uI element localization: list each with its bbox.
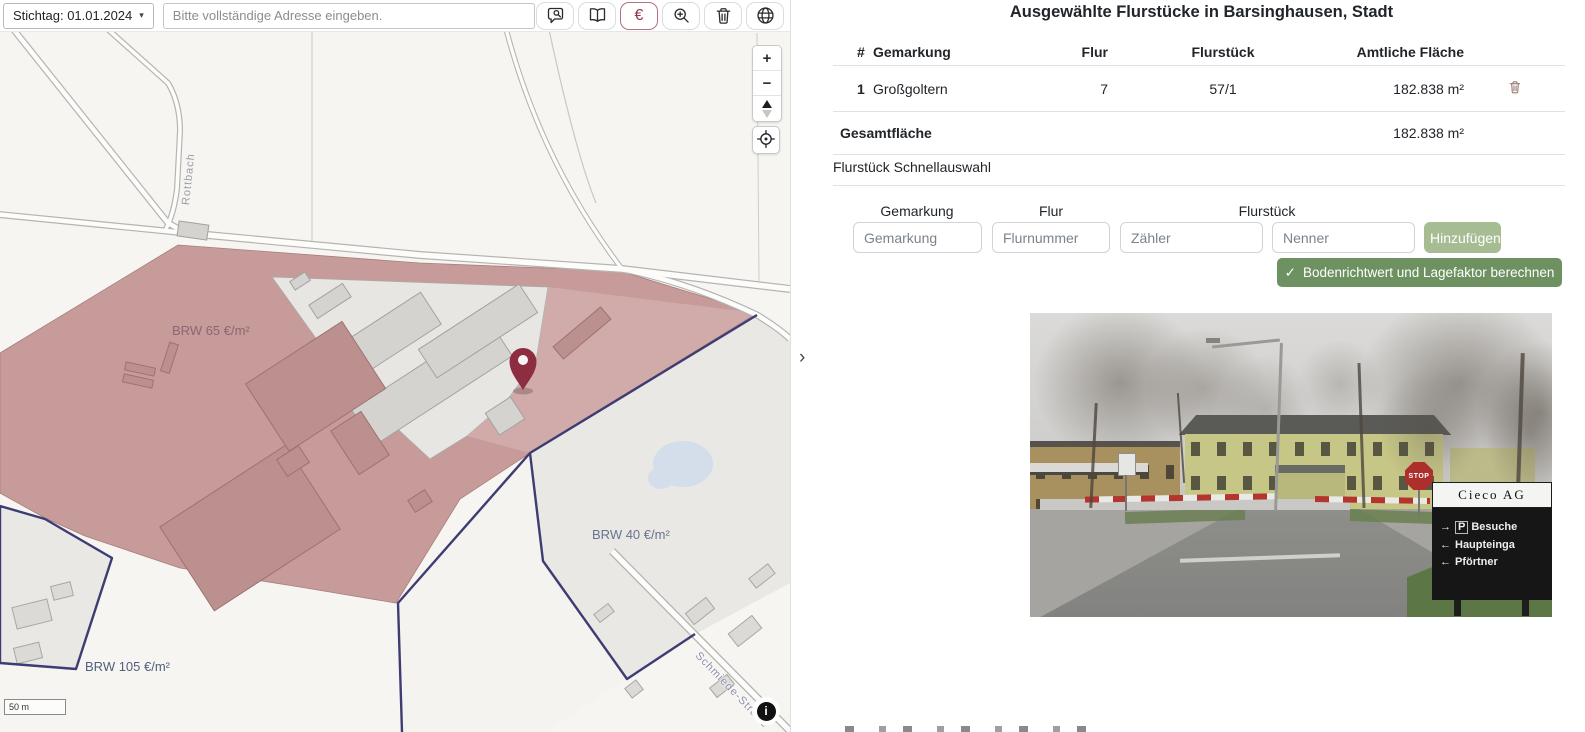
legend-book-button[interactable]: [578, 2, 616, 30]
arrow-left-icon: ←: [1440, 539, 1451, 551]
locate-button[interactable]: [752, 126, 780, 154]
trash-icon: [713, 5, 734, 26]
attribution-button[interactable]: i: [752, 697, 780, 725]
total-value: 182.838 m²: [1393, 125, 1464, 141]
euro-icon: €: [635, 7, 644, 25]
street-lamp-head: [1206, 338, 1220, 343]
arrow-right-icon: →: [1440, 521, 1451, 533]
arrow-left-icon: ←: [1440, 556, 1451, 568]
stichtag-label: Stichtag: 01.01.2024: [13, 8, 132, 23]
flurstueck-panel: Ausgewählte Flurstücke in Barsinghausen,…: [818, 0, 1585, 732]
stop-sign-pole: [1418, 490, 1420, 516]
truncated-content-row: [845, 726, 1105, 732]
clear-selection-button[interactable]: [704, 2, 742, 30]
map[interactable]: BRW 65 €/m² BRW 40 €/m² BRW 105 €/m² Rot…: [0, 31, 790, 732]
nenner-input[interactable]: [1272, 222, 1415, 253]
trash-icon: [1507, 78, 1523, 99]
small-sign-pole: [1125, 475, 1127, 511]
north-arrow-icon: [762, 100, 772, 108]
table-header-row: # Gemarkung Flur Flurstück Amtliche Fläc…: [833, 38, 1565, 66]
row-number: 1: [833, 81, 873, 97]
site-photo: STOP Cieco AG →PBesuche ←Haupteinga ←Pfö…: [1030, 313, 1552, 617]
marker-search-button[interactable]: [536, 2, 574, 30]
sign-line: →PBesuche: [1440, 519, 1552, 537]
map-scale-bar: 50 m: [4, 699, 66, 715]
col-header-num: #: [833, 44, 873, 60]
page-title: Ausgewählte Flurstücke in Barsinghausen,…: [818, 3, 1585, 22]
stichtag-dropdown[interactable]: Stichtag: 01.01.2024 ▾: [3, 3, 154, 29]
zoom-in-button[interactable]: +: [753, 46, 781, 71]
sign-leg: [1454, 600, 1461, 616]
info-icon: i: [757, 702, 776, 721]
row-flaeche: 182.838 m²: [1338, 81, 1464, 97]
calculate-brw-label: Bodenrichtwert und Lagefaktor berechnen: [1303, 265, 1554, 280]
col-header-gemarkung: Gemarkung: [873, 44, 1043, 60]
zoom-out-button[interactable]: −: [753, 71, 781, 96]
flur-field-label: Flur: [1039, 203, 1063, 219]
zaehler-input[interactable]: [1120, 222, 1263, 253]
company-sign-title: Cieco AG: [1432, 482, 1552, 508]
col-header-flurstueck: Flurstück: [1108, 44, 1338, 60]
address-search-input[interactable]: [163, 3, 535, 29]
map-zoom-controls: + −: [752, 45, 782, 122]
compass-button[interactable]: [753, 96, 781, 121]
quick-select-section-label: Flurstück Schnellauswahl: [833, 159, 1565, 186]
col-header-flaeche: Amtliche Fläche: [1338, 44, 1464, 60]
brw-euro-button[interactable]: €: [620, 2, 658, 30]
south-arrow-icon: [762, 110, 772, 118]
company-sign-directions: →PBesuche ←Haupteinga ←Pförtner: [1432, 508, 1552, 600]
zoom-search-button[interactable]: [662, 2, 700, 30]
map-pane: Stichtag: 01.01.2024 ▾: [0, 0, 790, 732]
small-sign: [1118, 453, 1136, 476]
check-icon: ✓: [1285, 265, 1296, 281]
title-prefix: Ausgewählte Flurstücke in: [1010, 3, 1219, 21]
basemap-globe-button[interactable]: [746, 2, 784, 30]
sign-line: ←Haupteinga: [1440, 537, 1552, 555]
company-sign: Cieco AG →PBesuche ←Haupteinga ←Pförtner: [1432, 482, 1552, 600]
row-flur: 7: [1043, 81, 1108, 97]
scale-label: 50 m: [9, 702, 29, 712]
flurnummer-input[interactable]: [992, 222, 1110, 253]
sign-line: ←Pförtner: [1440, 554, 1552, 572]
sign-leg: [1522, 600, 1529, 616]
parking-badge: P: [1455, 521, 1468, 534]
chevron-down-icon: ▾: [139, 10, 144, 21]
add-flurstueck-button[interactable]: Hinzufügen: [1424, 222, 1501, 253]
panel-collapse-chevron[interactable]: ›: [799, 348, 805, 367]
flurstueck-field-label: Flurstück: [1239, 203, 1296, 219]
globe-icon: [755, 5, 776, 26]
open-book-icon: [587, 5, 608, 26]
map-toolbar: Stichtag: 01.01.2024 ▾: [0, 0, 790, 32]
toolbar-buttons: €: [536, 2, 784, 30]
crosshair-target-icon: [756, 129, 776, 152]
panel-divider: ›: [790, 0, 820, 732]
flurstueck-table: # Gemarkung Flur Flurstück Amtliche Fläc…: [833, 38, 1565, 155]
calculate-brw-button[interactable]: ✓ Bodenrichtwert und Lagefaktor berechne…: [1277, 258, 1562, 287]
delete-row-button[interactable]: [1505, 76, 1525, 101]
title-city: Barsinghausen, Stadt: [1224, 3, 1394, 21]
total-row: Gesamtfläche 182.838 m²: [833, 112, 1565, 155]
gemarkung-field-label: Gemarkung: [880, 203, 953, 219]
marker-search-icon: [545, 5, 566, 26]
col-header-flur: Flur: [1043, 44, 1108, 60]
row-gemarkung: Großgoltern: [873, 81, 1043, 97]
total-label: Gesamtfläche: [840, 125, 932, 141]
brw-application: Stichtag: 01.01.2024 ▾: [0, 0, 1585, 732]
map-basemap: [0, 31, 790, 732]
gemarkung-input[interactable]: [853, 222, 982, 253]
magnifier-plus-icon: [671, 5, 692, 26]
table-row: 1 Großgoltern 7 57/1 182.838 m²: [833, 66, 1565, 112]
row-flurstueck: 57/1: [1108, 81, 1338, 97]
